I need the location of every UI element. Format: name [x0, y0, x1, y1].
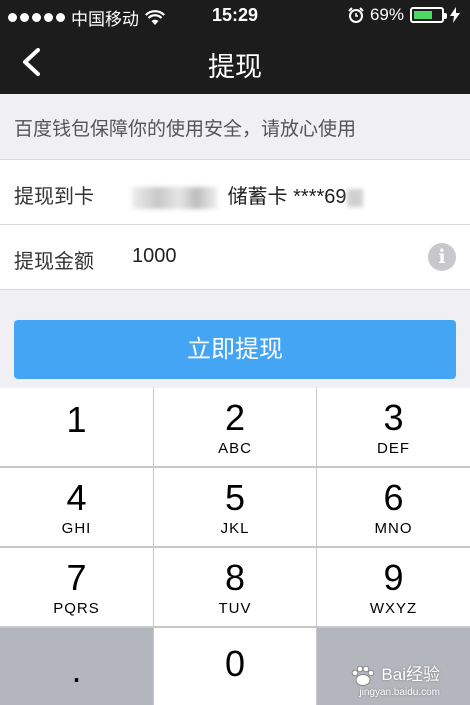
- key-5[interactable]: 5 JKL: [154, 468, 316, 546]
- alarm-icon: [348, 7, 364, 23]
- amount-input[interactable]: 1000: [132, 245, 177, 268]
- key-letters: JKL: [220, 520, 250, 537]
- key-letters: GHI: [61, 520, 92, 537]
- card-value: 储蓄卡 ****69: [132, 180, 363, 209]
- key-digit: 4: [66, 477, 87, 518]
- key-letters: MNO: [374, 520, 413, 537]
- nav-bar: 提现: [0, 30, 470, 94]
- status-right: 69%: [348, 5, 460, 25]
- key-9[interactable]: 9 WXYZ: [317, 548, 470, 626]
- key-digit: 7: [66, 557, 87, 598]
- card-type: 储蓄卡: [227, 186, 288, 208]
- key-digit: .: [71, 649, 82, 690]
- info-icon[interactable]: i: [428, 243, 456, 271]
- key-letters: WXYZ: [369, 600, 418, 617]
- page-title: 提现: [208, 52, 262, 82]
- withdraw-button[interactable]: 立即提现: [14, 320, 456, 379]
- key-letters: DEF: [377, 440, 410, 457]
- key-3[interactable]: 3 DEF: [317, 388, 470, 466]
- watermark-url: jingyan.baidu.com: [359, 686, 440, 698]
- baidu-watermark: Bai经验 jingyan.baidu.com: [349, 660, 440, 698]
- blurred-card-digits: [346, 188, 363, 207]
- key-letters: PQRS: [53, 600, 100, 617]
- key-4[interactable]: 4 GHI: [0, 468, 153, 546]
- battery-percent: 69%: [369, 5, 404, 24]
- battery-icon: [410, 7, 447, 23]
- key-decimal-point[interactable]: .: [0, 628, 153, 705]
- battery-fill: [414, 11, 432, 19]
- key-digit: 5: [224, 477, 246, 518]
- key-digit: 2: [224, 397, 246, 438]
- charging-bolt-icon: [450, 7, 460, 23]
- key-digit: 3: [383, 397, 404, 438]
- key-7[interactable]: 7 PQRS: [0, 548, 153, 626]
- card-select-row[interactable]: 提现到卡 储蓄卡 ****69: [0, 160, 470, 225]
- amount-label: 提现金额: [14, 251, 94, 273]
- baidu-paw-icon: [351, 665, 374, 686]
- key-1[interactable]: 1: [0, 388, 153, 466]
- card-number: ****69: [293, 186, 347, 208]
- key-letters: TUV: [218, 600, 252, 617]
- key-letters: ABC: [218, 440, 252, 457]
- status-bar: 中国移动 15:29 69%: [0, 0, 470, 30]
- key-digit: 8: [224, 557, 246, 598]
- key-8[interactable]: 8 TUV: [154, 548, 316, 626]
- key-6[interactable]: 6 MNO: [317, 468, 470, 546]
- key-digit: 6: [383, 477, 404, 518]
- blurred-bank-name: [132, 186, 218, 209]
- watermark-text: Bai经验: [381, 665, 440, 684]
- security-notice: 百度钱包保障你的使用安全，请放心使用: [0, 94, 470, 160]
- key-digit: 9: [383, 557, 404, 598]
- withdraw-form-area: 百度钱包保障你的使用安全，请放心使用 提现到卡 储蓄卡 ****69 提现金额 …: [0, 94, 470, 388]
- amount-row: 提现金额 1000 i: [0, 225, 470, 290]
- card-label: 提现到卡: [14, 186, 94, 208]
- key-0[interactable]: 0: [154, 628, 316, 705]
- key-digit: 0: [224, 643, 246, 684]
- key-2[interactable]: 2 ABC: [154, 388, 316, 466]
- numeric-keypad: 1 2 ABC 3 DEF 4 GHI 5 JKL 6 MNO 7 PQRS 8 TUV 9 W…: [0, 388, 470, 705]
- key-digit: 1: [66, 399, 87, 440]
